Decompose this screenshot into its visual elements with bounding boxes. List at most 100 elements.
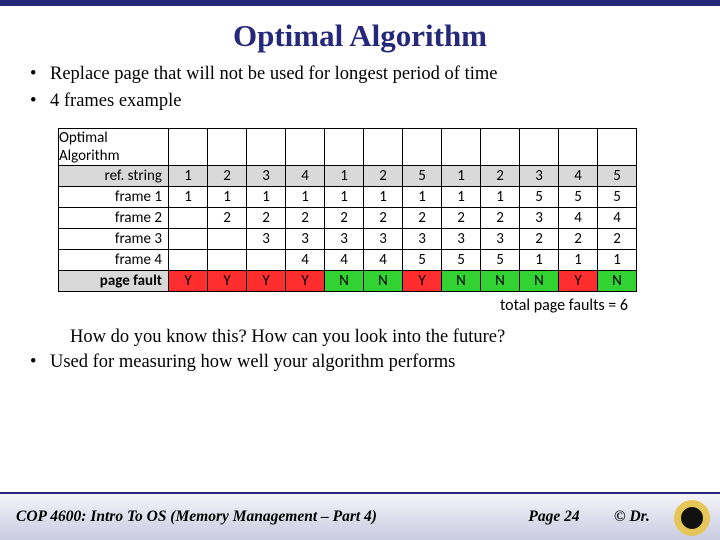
frame-cell: 1 [403,186,442,207]
ref-string-label: ref. string [59,165,169,186]
ref-cell: 2 [364,165,403,186]
bullet-item: 4 frames example [50,89,688,114]
frame-cell: 3 [325,228,364,249]
ref-cell: 4 [559,165,598,186]
frame-cell: 1 [598,249,637,270]
fault-cell: N [325,270,364,291]
slide-footer: COP 4600: Intro To OS (Memory Management… [0,492,720,540]
frame-cell: 5 [598,186,637,207]
frame-cell: 2 [598,228,637,249]
total-faults: total page faults = 6 [58,296,680,315]
table-empty-cell [598,128,637,165]
frame-cell: 5 [520,186,559,207]
slide-body: Replace page that will not be used for l… [0,62,720,114]
frame-cell: 5 [442,249,481,270]
ref-cell: 5 [403,165,442,186]
frame-cell: 3 [286,228,325,249]
footer-page: Page 24 [494,508,614,526]
table-empty-cell [208,128,247,165]
optimal-table: Optimal Algorithmref. string123412512345… [58,128,637,292]
frame-cell: 4 [364,249,403,270]
frame-cell: 2 [286,207,325,228]
frame-cell: 3 [442,228,481,249]
fault-cell: Y [559,270,598,291]
frame-cell [169,207,208,228]
bullet-list-top: Replace page that will not be used for l… [32,62,688,114]
bullet-item: Used for measuring how well your algorit… [50,350,688,375]
rhetorical-question: How do you know this? How can you look i… [32,325,688,350]
frame-cell: 2 [364,207,403,228]
fault-cell: N [520,270,559,291]
bullet-list-bottom: Used for measuring how well your algorit… [32,350,688,375]
frame-cell [247,249,286,270]
frame-cell: 4 [286,249,325,270]
ref-cell: 3 [247,165,286,186]
frame-label: frame 2 [59,207,169,228]
frame-cell: 1 [286,186,325,207]
ref-cell: 1 [442,165,481,186]
fault-cell: N [442,270,481,291]
frame-cell: 2 [559,228,598,249]
frame-label: frame 3 [59,228,169,249]
frame-cell: 3 [481,228,520,249]
frame-cell: 3 [403,228,442,249]
frame-cell: 1 [481,186,520,207]
ref-cell: 1 [325,165,364,186]
table-heading: Optimal Algorithm [59,128,169,165]
frame-cell [208,228,247,249]
frame-cell: 3 [364,228,403,249]
ref-cell: 3 [520,165,559,186]
ref-cell: 4 [286,165,325,186]
ref-cell: 5 [598,165,637,186]
footer-course: COP 4600: Intro To OS (Memory Management… [16,508,494,526]
frame-cell: 1 [169,186,208,207]
frame-cell: 3 [247,228,286,249]
table-empty-cell [403,128,442,165]
table-empty-cell [520,128,559,165]
ref-cell: 2 [208,165,247,186]
fault-cell: N [481,270,520,291]
slide-top-rule [0,0,720,6]
frame-cell: 2 [247,207,286,228]
ref-cell: 2 [481,165,520,186]
table-empty-cell [325,128,364,165]
frame-cell: 4 [559,207,598,228]
frame-cell: 1 [442,186,481,207]
frame-cell: 1 [208,186,247,207]
table-empty-cell [286,128,325,165]
frame-label: frame 4 [59,249,169,270]
frame-cell: 4 [325,249,364,270]
post-table-text: How do you know this? How can you look i… [0,325,720,375]
frame-cell: 5 [481,249,520,270]
fault-cell: Y [403,270,442,291]
frame-label: frame 1 [59,186,169,207]
frame-cell: 5 [559,186,598,207]
frame-cell [169,249,208,270]
frame-cell: 2 [481,207,520,228]
frame-cell: 2 [208,207,247,228]
frame-cell: 1 [559,249,598,270]
frame-cell: 4 [598,207,637,228]
frame-cell: 1 [520,249,559,270]
fault-cell: Y [208,270,247,291]
algorithm-table: Optimal Algorithmref. string123412512345… [0,116,720,315]
table-empty-cell [481,128,520,165]
frame-cell: 1 [325,186,364,207]
ref-cell: 1 [169,165,208,186]
frame-cell: 2 [520,228,559,249]
table-empty-cell [559,128,598,165]
fault-cell: Y [247,270,286,291]
table-empty-cell [442,128,481,165]
table-empty-cell [247,128,286,165]
frame-cell: 3 [520,207,559,228]
fault-cell: Y [286,270,325,291]
frame-cell: 1 [247,186,286,207]
frame-cell [169,228,208,249]
frame-cell: 1 [364,186,403,207]
slide-title: Optimal Algorithm [0,18,720,54]
frame-cell: 2 [325,207,364,228]
fault-cell: Y [169,270,208,291]
fault-label: page fault [59,270,169,291]
bullet-item: Replace page that will not be used for l… [50,62,688,87]
table-empty-cell [169,128,208,165]
